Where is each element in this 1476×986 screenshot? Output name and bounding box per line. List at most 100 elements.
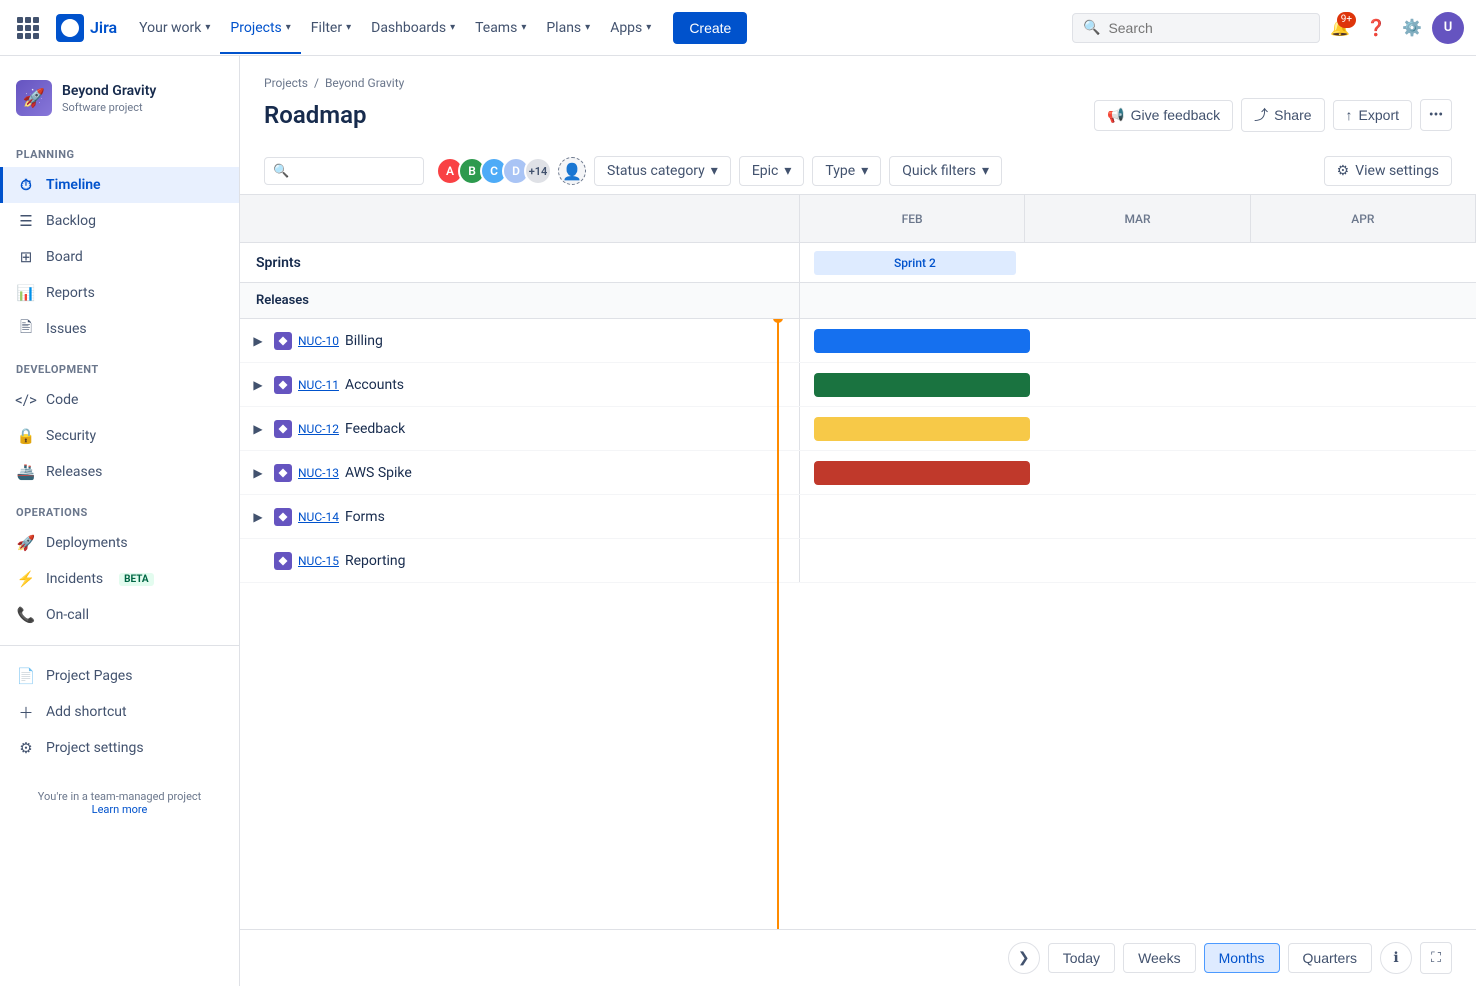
planning-section-label: PLANNING	[0, 132, 239, 167]
month-apr: APR	[1251, 195, 1476, 242]
sidebar-item-incidents[interactable]: ⚡ Incidents BETA	[0, 561, 239, 597]
give-feedback-button[interactable]: 📢 Give feedback	[1094, 100, 1233, 131]
user-avatar[interactable]: U	[1432, 12, 1464, 44]
today-button[interactable]: Today	[1048, 943, 1115, 973]
nav-projects[interactable]: Projects ▾	[220, 12, 300, 44]
feedback-icon: 📢	[1107, 107, 1124, 124]
settings-button[interactable]: ⚙️	[1396, 12, 1428, 44]
sidebar-divider	[0, 645, 239, 646]
sidebar-item-code[interactable]: </> Code	[0, 382, 239, 418]
issue-key-nuc-10[interactable]: NUC-10	[298, 334, 339, 348]
fullscreen-button[interactable]: ⛶	[1420, 942, 1452, 974]
nav-filter[interactable]: Filter ▾	[301, 12, 361, 44]
help-button[interactable]: ❓	[1360, 12, 1392, 44]
nav-your-work[interactable]: Your work ▾	[129, 12, 220, 44]
share-button[interactable]: ⤴ Share	[1241, 98, 1324, 132]
sidebar-item-releases[interactable]: 🚢 Releases	[0, 454, 239, 490]
weeks-button[interactable]: Weeks	[1123, 943, 1196, 973]
create-button[interactable]: Create	[673, 12, 747, 44]
gantt-bar-nuc-13[interactable]	[814, 461, 1030, 485]
sprints-label: Sprints	[240, 243, 800, 282]
project-header: 🚀 Beyond Gravity Software project	[0, 72, 239, 132]
expand-button-nuc-13[interactable]: ▶	[248, 463, 268, 483]
sidebar-item-project-settings[interactable]: ⚙ Project settings	[0, 730, 239, 766]
sidebar-item-backlog[interactable]: ☰ Backlog	[0, 203, 239, 239]
app-layout: 🚀 Beyond Gravity Software project PLANNI…	[0, 56, 1476, 986]
nav-plans[interactable]: Plans ▾	[536, 12, 600, 44]
chevron-down-icon: ▾	[861, 163, 868, 179]
deployments-icon: 🚀	[16, 533, 36, 553]
page-header: Roadmap 📢 Give feedback ⤴ Share ↑ Export…	[240, 94, 1476, 148]
grid-header-months: FEB MAR APR	[800, 195, 1476, 242]
oncall-icon: 📞	[16, 605, 36, 625]
expand-button-nuc-12[interactable]: ▶	[248, 419, 268, 439]
jira-logo-text: Jira	[90, 18, 117, 37]
sprints-row: Sprints Sprint 2	[240, 243, 1476, 283]
months-button[interactable]: Months	[1204, 943, 1280, 973]
expand-button-nuc-11[interactable]: ▶	[248, 375, 268, 395]
gantt-bar-nuc-11[interactable]	[814, 373, 1030, 397]
status-category-filter[interactable]: Status category ▾	[594, 156, 731, 186]
gantt-bar-nuc-10[interactable]	[814, 329, 1030, 353]
quarters-button[interactable]: Quarters	[1288, 943, 1372, 973]
sidebar-label-board: Board	[46, 249, 83, 265]
sidebar-item-deployments[interactable]: 🚀 Deployments	[0, 525, 239, 561]
avatar-count[interactable]: +14	[524, 157, 552, 185]
more-options-button[interactable]: •••	[1420, 99, 1452, 131]
main-content: Projects / Beyond Gravity Roadmap 📢 Give…	[240, 56, 1476, 986]
breadcrumb-projects-link[interactable]: Projects	[264, 76, 308, 90]
issue-key-nuc-15[interactable]: NUC-15	[298, 554, 339, 568]
info-button[interactable]: ℹ	[1380, 942, 1412, 974]
nav-dashboards[interactable]: Dashboards ▾	[361, 12, 465, 44]
view-settings-button[interactable]: ⚙ View settings	[1324, 156, 1452, 186]
sidebar-label-code: Code	[46, 392, 78, 408]
sidebar-item-reports[interactable]: 📊 Reports	[0, 275, 239, 311]
issue-key-nuc-13[interactable]: NUC-13	[298, 466, 339, 480]
breadcrumb-beyond-gravity-link[interactable]: Beyond Gravity	[325, 76, 404, 90]
releases-label: Releases	[240, 283, 800, 318]
sidebar-item-issues[interactable]: 🖹 Issues	[0, 311, 239, 347]
jira-logo[interactable]: Jira	[56, 14, 117, 42]
issue-key-nuc-14[interactable]: NUC-14	[298, 510, 339, 524]
issue-key-nuc-11[interactable]: NUC-11	[298, 378, 339, 392]
expand-button-nuc-10[interactable]: ▶	[248, 331, 268, 351]
timeline-back-button[interactable]: ❯	[1008, 942, 1040, 974]
gantt-bar-nuc-12[interactable]	[814, 417, 1030, 441]
gantt-row-right-nuc-15	[800, 539, 1476, 582]
sidebar-label-deployments: Deployments	[46, 535, 128, 551]
page-title: Roadmap	[264, 101, 366, 129]
sprints-timeline: Sprint 2	[800, 243, 1476, 282]
sidebar-item-timeline[interactable]: ⏱ Timeline	[0, 167, 239, 203]
search-box[interactable]: 🔍	[1072, 13, 1320, 43]
learn-more-link[interactable]: Learn more	[92, 803, 148, 816]
assignee-filter-icon[interactable]: 👤	[558, 157, 586, 185]
epic-filter[interactable]: Epic ▾	[739, 156, 805, 186]
project-avatar: 🚀	[16, 80, 52, 116]
notifications-button[interactable]: 🔔 9+	[1324, 12, 1356, 44]
quick-filters[interactable]: Quick filters ▾	[889, 156, 1002, 186]
chevron-down-icon: ▾	[982, 163, 989, 179]
app-switcher-button[interactable]	[12, 12, 44, 44]
board-icon: ⊞	[16, 247, 36, 267]
issue-key-nuc-12[interactable]: NUC-12	[298, 422, 339, 436]
sprint-2-bar[interactable]: Sprint 2	[814, 251, 1017, 275]
jira-logo-icon	[56, 14, 84, 42]
roadmap-search-input[interactable]	[295, 163, 415, 179]
sidebar-item-project-pages[interactable]: 📄 Project Pages	[0, 658, 239, 694]
sidebar-item-security[interactable]: 🔒 Security	[0, 418, 239, 454]
sidebar-item-board[interactable]: ⊞ Board	[0, 239, 239, 275]
sidebar-label-reports: Reports	[46, 285, 95, 301]
sidebar-item-add-shortcut[interactable]: ＋ Add shortcut	[0, 694, 239, 730]
roadmap-search-field[interactable]: 🔍	[264, 157, 424, 185]
chevron-down-icon: ▾	[450, 22, 455, 33]
export-button[interactable]: ↑ Export	[1333, 100, 1412, 130]
nav-apps[interactable]: Apps ▾	[600, 12, 661, 44]
sidebar-label-security: Security	[46, 428, 96, 444]
search-input[interactable]	[1108, 20, 1309, 36]
sidebar-item-on-call[interactable]: 📞 On-call	[0, 597, 239, 633]
sidebar-label-on-call: On-call	[46, 607, 89, 623]
issue-icon-nuc-15	[274, 552, 292, 570]
type-filter[interactable]: Type ▾	[812, 156, 881, 186]
expand-button-nuc-14[interactable]: ▶	[248, 507, 268, 527]
nav-teams[interactable]: Teams ▾	[465, 12, 536, 44]
